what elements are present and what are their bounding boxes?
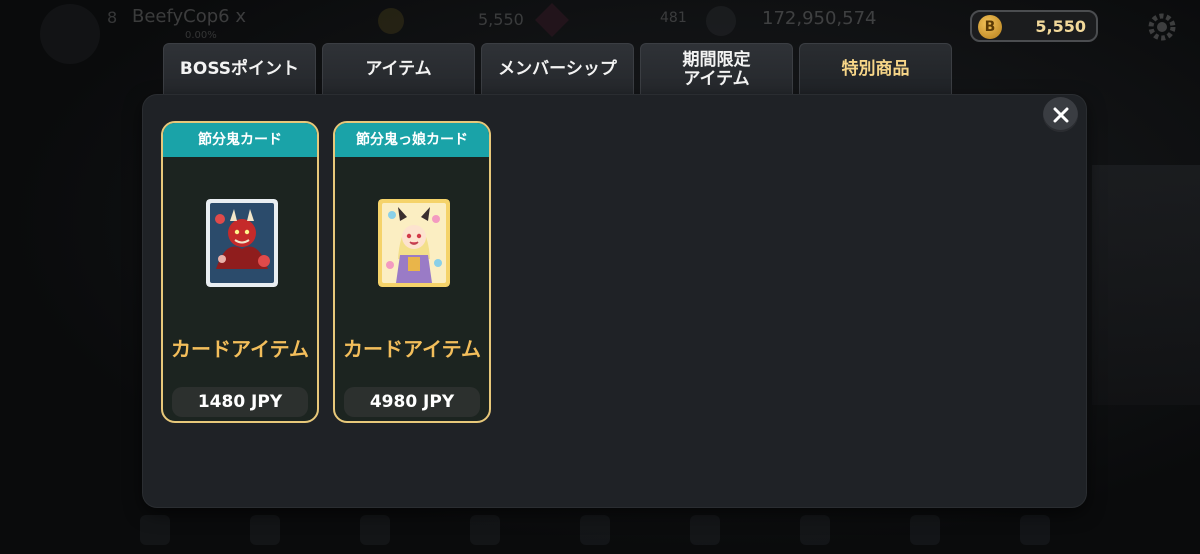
product-type: カードアイテム (343, 337, 481, 361)
product-title: 節分鬼っ娘カード (335, 123, 489, 157)
background-side-banner (1092, 165, 1200, 405)
tab-label: 期間限定 アイテム (682, 49, 751, 89)
product-title: 節分鬼カード (163, 123, 317, 157)
background-chip-icon (706, 6, 736, 36)
close-icon (1053, 107, 1068, 122)
coin-balance: B 5,550 (970, 10, 1098, 42)
product-card-oni[interactable]: 節分鬼カード カードアイテム 1480 JPY (161, 121, 319, 423)
product-type: カードアイテム (171, 337, 309, 361)
tab-special-products[interactable]: 特別商品 (799, 43, 952, 95)
tab-items[interactable]: アイテム (322, 43, 475, 95)
background-coin-balance: 5,550 (478, 10, 524, 29)
tab-label: アイテム (365, 59, 432, 79)
background-coin-icon (378, 8, 404, 34)
price-button[interactable]: 1480 JPY (172, 387, 308, 417)
background-player-name: BeefyCop6 x (132, 6, 247, 27)
red-oni-card-image (206, 199, 278, 287)
close-button[interactable] (1043, 97, 1078, 132)
product-card-oni-girl[interactable]: 節分鬼っ娘カード カードアイテム 4980 JPY (333, 121, 491, 423)
background-gem-balance: 481 (660, 10, 687, 26)
coin-icon: B (978, 15, 1002, 39)
coin-balance-value: 5,550 (1035, 17, 1086, 36)
tab-label: メンバーシップ (498, 59, 617, 79)
gear-icon[interactable] (1145, 10, 1179, 44)
background-player-sub: 0.00% (185, 30, 217, 41)
tab-membership[interactable]: メンバーシップ (481, 43, 634, 95)
tab-label: 特別商品 (841, 59, 910, 79)
background-avatar (40, 4, 100, 64)
oni-girl-card-image (378, 199, 450, 287)
background-bottom-nav (130, 505, 1090, 554)
tab-boss-points[interactable]: BOSSポイント (163, 43, 316, 95)
background-level: 8 (107, 8, 118, 27)
tab-limited-items[interactable]: 期間限定 アイテム (640, 43, 793, 95)
background-gem-icon (535, 3, 569, 37)
tab-label: BOSSポイント (179, 59, 300, 79)
price-button[interactable]: 4980 JPY (344, 387, 480, 417)
background-chip-balance: 172,950,574 (762, 8, 877, 29)
